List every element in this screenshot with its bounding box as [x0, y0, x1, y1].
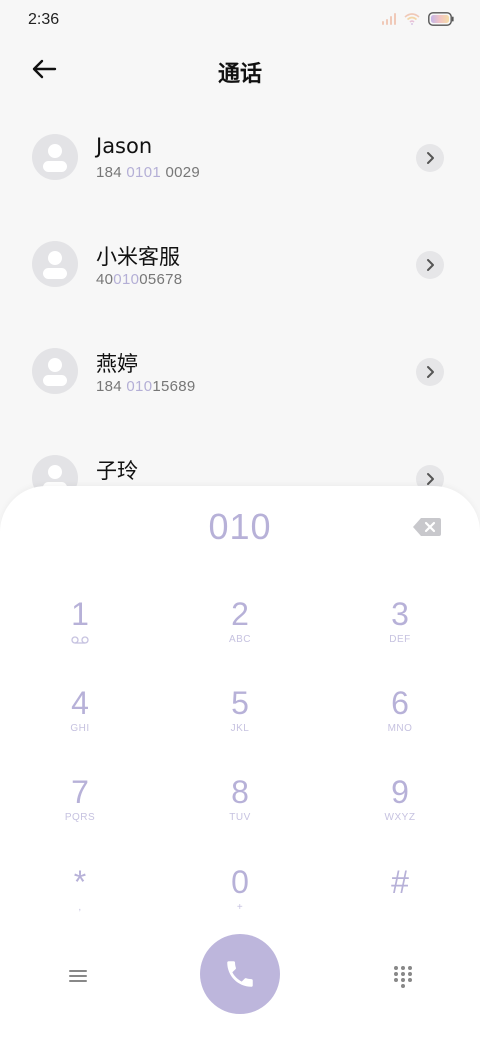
- dial-key-7[interactable]: 7 PQRS: [20, 774, 140, 844]
- contact-name: 子玲: [96, 459, 138, 483]
- contact-name: 小米客服: [96, 245, 180, 269]
- dial-key-9[interactable]: 9 WXYZ: [340, 774, 460, 844]
- call-button[interactable]: [200, 934, 280, 1014]
- dialpad-sheet: 010 1 2 ABC 3 DEF 4 GHI 5 JKL 6 MNO 7 PQ…: [0, 486, 480, 1040]
- dial-key-3[interactable]: 3 DEF: [340, 596, 460, 666]
- page-title: 通话: [217, 62, 262, 87]
- contact-name: Jason: [96, 134, 153, 158]
- phone-icon: [227, 961, 253, 987]
- dial-key-star[interactable]: * ,: [20, 864, 140, 934]
- dial-key-0[interactable]: 0 +: [180, 864, 300, 934]
- menu-icon: [69, 970, 87, 982]
- avatar: [32, 134, 78, 180]
- status-time: 2:36: [28, 11, 60, 28]
- keypad-toggle-button[interactable]: [392, 964, 414, 988]
- header: 通话: [0, 40, 480, 100]
- voicemail-icon: [71, 636, 89, 644]
- contact-number: 184 0101 0029: [96, 164, 201, 181]
- avatar: [32, 348, 78, 394]
- dialpad-actions: [0, 934, 480, 1024]
- phone-screen: 2:36 通话 Jason 184 0101 0029 小米客服 4001005…: [0, 0, 480, 1040]
- dial-key-2[interactable]: 2 ABC: [180, 596, 300, 666]
- chevron-right-icon: [427, 152, 434, 164]
- contact-number: 4001005678: [96, 271, 183, 288]
- contact-row[interactable]: 小米客服 4001005678: [0, 211, 480, 318]
- contact-detail-button[interactable]: [416, 251, 444, 279]
- chevron-right-icon: [427, 366, 434, 378]
- contact-row[interactable]: 燕婷 184 01015689: [0, 318, 480, 425]
- signal-icon: [381, 13, 396, 25]
- dial-key-6[interactable]: 6 MNO: [340, 685, 460, 755]
- dialed-number: 010: [208, 506, 272, 547]
- battery-icon: [428, 12, 454, 26]
- avatar: [32, 241, 78, 287]
- chevron-right-icon: [427, 473, 434, 485]
- contact-number: 184 01015689: [96, 378, 196, 395]
- backspace-icon: [413, 518, 441, 536]
- contact-detail-button[interactable]: [416, 144, 444, 172]
- status-icons: [381, 12, 455, 26]
- dial-key-4[interactable]: 4 GHI: [20, 685, 140, 755]
- chevron-right-icon: [427, 259, 434, 271]
- contact-name: 燕婷: [96, 352, 138, 376]
- wifi-icon: [404, 13, 420, 25]
- dialpad-icon: [394, 966, 412, 988]
- contact-list: Jason 184 0101 0029 小米客服 4001005678 燕婷 1…: [0, 104, 480, 532]
- dial-key-hash[interactable]: #: [340, 864, 460, 934]
- contact-detail-button[interactable]: [416, 358, 444, 386]
- dial-key-8[interactable]: 8 TUV: [180, 774, 300, 844]
- backspace-button[interactable]: [412, 516, 442, 538]
- dial-key-5[interactable]: 5 JKL: [180, 685, 300, 755]
- contact-row[interactable]: Jason 184 0101 0029: [0, 104, 480, 211]
- menu-button[interactable]: [66, 964, 90, 988]
- dial-key-1[interactable]: 1: [20, 596, 140, 666]
- status-bar: 2:36: [0, 0, 480, 40]
